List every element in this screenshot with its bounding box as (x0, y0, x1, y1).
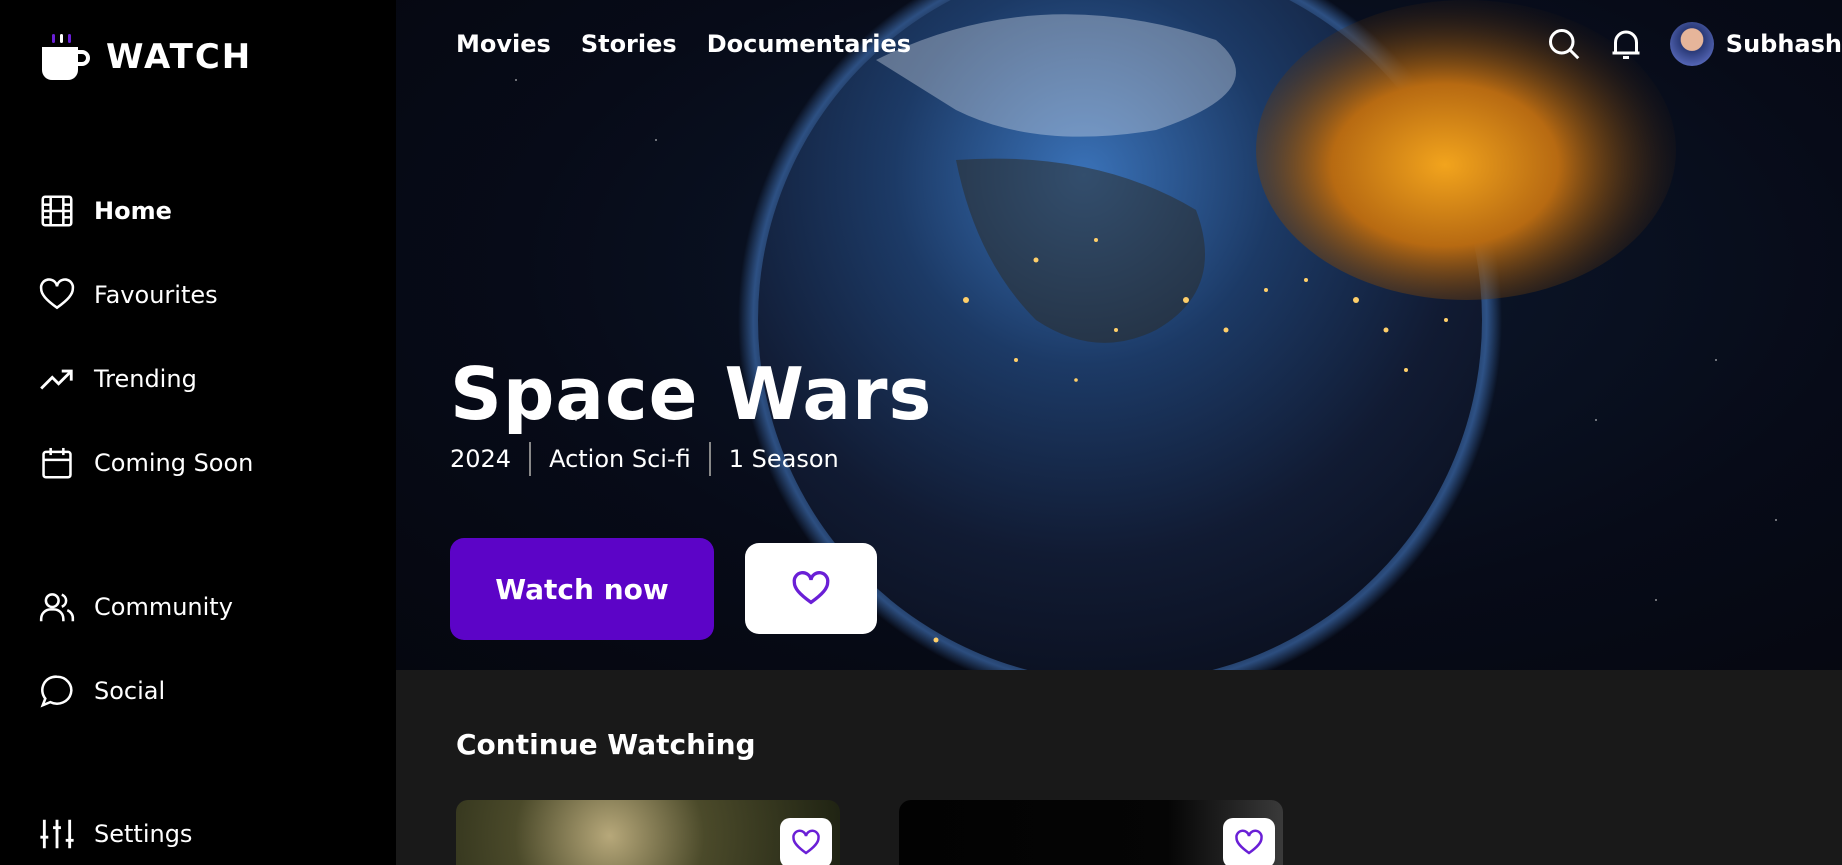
user-profile[interactable]: Subhash (1669, 22, 1842, 66)
card-favourite-button[interactable] (780, 818, 832, 865)
top-nav: Movies Stories Documentaries (456, 30, 911, 58)
sidebar-item-label: Social (94, 677, 166, 705)
heart-icon (792, 829, 820, 855)
app-logo[interactable]: WATCH (38, 32, 252, 82)
chat-bubble-icon (40, 675, 73, 708)
sidebar-item-label: Home (94, 197, 172, 225)
sidebar-item-label: Coming Soon (94, 449, 254, 477)
sidebar-item-label: Trending (94, 365, 197, 393)
continue-card[interactable] (456, 800, 840, 865)
calendar-icon (42, 447, 72, 479)
sidebar-item-label: Favourites (94, 281, 218, 309)
sidebar: WATCH Home Favourites Trending Coming So… (0, 0, 396, 865)
sidebar-item-coming-soon[interactable]: Coming Soon (38, 444, 253, 482)
hero-banner: Movies Stories Documentaries Subhash Spa… (396, 0, 1842, 670)
hero-genre: Action Sci-fi (529, 442, 709, 476)
sidebar-item-favourites[interactable]: Favourites (38, 276, 218, 314)
hero-meta: 2024 Action Sci-fi 1 Season (450, 442, 857, 476)
nav-documentaries[interactable]: Documentaries (707, 30, 911, 58)
sidebar-item-label: Settings (94, 820, 193, 848)
film-icon (41, 195, 73, 227)
heart-icon (792, 570, 830, 604)
heart-icon (39, 278, 75, 310)
sidebar-item-social[interactable]: Social (38, 672, 165, 710)
nav-stories[interactable]: Stories (581, 30, 677, 58)
users-icon (39, 593, 75, 622)
avatar (1669, 22, 1714, 66)
sidebar-item-community[interactable]: Community (38, 588, 233, 626)
hero-title: Space Wars (450, 352, 933, 436)
main-content: Movies Stories Documentaries Subhash Spa… (396, 0, 1842, 865)
add-favourite-button[interactable] (745, 543, 877, 634)
watch-now-button[interactable]: Watch now (450, 538, 714, 640)
nav-movies[interactable]: Movies (456, 30, 551, 58)
app-title: WATCH (106, 37, 253, 77)
sliders-icon (40, 819, 74, 849)
sidebar-item-home[interactable]: Home (38, 192, 172, 230)
continue-watching-title: Continue Watching (456, 728, 756, 761)
hero-seasons: 1 Season (708, 442, 857, 476)
hero-year: 2024 (450, 445, 512, 473)
continue-card[interactable] (899, 800, 1283, 865)
heart-icon (1235, 829, 1263, 855)
bell-icon[interactable] (1608, 26, 1644, 62)
sidebar-item-label: Community (94, 593, 233, 621)
sidebar-item-settings[interactable]: Settings (38, 815, 192, 853)
search-icon[interactable] (1546, 26, 1582, 62)
header-actions: Subhash (1546, 22, 1842, 66)
sidebar-item-trending[interactable]: Trending (38, 360, 197, 398)
user-name: Subhash (1725, 30, 1842, 58)
trending-up-icon (40, 369, 73, 390)
coffee-cup-icon (42, 34, 90, 80)
card-favourite-button[interactable] (1223, 818, 1275, 865)
